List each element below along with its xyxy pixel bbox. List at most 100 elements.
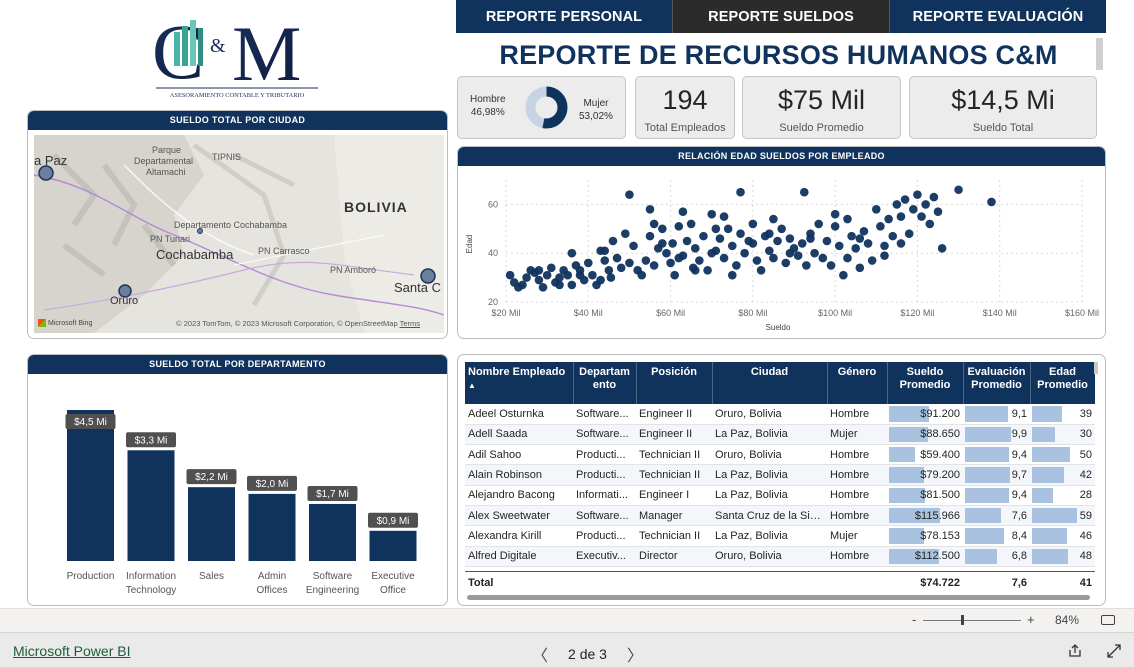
scatter-point[interactable] (606, 273, 616, 282)
table-row[interactable]: Adil Sahoo Producti... Technician II Oruro,… (465, 444, 1095, 466)
scatter-point[interactable] (686, 219, 696, 229)
scatter-point[interactable] (575, 270, 585, 280)
scatter-point[interactable] (917, 212, 926, 221)
scatter-point[interactable] (765, 246, 774, 256)
scatter-point[interactable] (904, 229, 914, 238)
scatter-point[interactable] (855, 263, 865, 273)
employee-table[interactable]: Nombre Empleado ▲ Departam ento Posición … (465, 362, 1095, 595)
scatter-point[interactable] (925, 219, 935, 229)
scatter-point[interactable] (719, 212, 729, 221)
map-terms-link[interactable]: Terms (400, 319, 420, 328)
scatter-point[interactable] (888, 231, 898, 241)
table-row[interactable]: Alfred Digitale Executiv... Director Oruro,… (465, 546, 1095, 567)
scatter-point[interactable] (518, 280, 527, 290)
scatter-point[interactable] (604, 265, 614, 275)
scatter-point[interactable] (567, 280, 577, 290)
scatter-point[interactable] (641, 256, 651, 265)
scatter-point[interactable] (563, 270, 573, 280)
bar[interactable] (127, 450, 175, 561)
scatter-point[interactable] (933, 207, 943, 217)
scatter-point[interactable] (765, 229, 774, 238)
scatter-point[interactable] (871, 204, 881, 214)
scatter-point[interactable] (859, 226, 869, 236)
table-vertical-scrollbar[interactable] (1094, 362, 1098, 374)
scatter-point[interactable] (534, 275, 544, 285)
scatter-point[interactable] (546, 263, 556, 273)
scatter-point[interactable] (707, 209, 717, 219)
scatter-point[interactable] (522, 273, 531, 282)
scatter-point[interactable] (567, 248, 577, 258)
bubble-la-paz[interactable] (38, 165, 54, 181)
scatter-point[interactable] (645, 204, 655, 214)
table-row[interactable]: Adell Saada Software... Engineer II La Paz,… (465, 424, 1095, 446)
scatter-point[interactable] (810, 248, 819, 258)
scatter-point[interactable] (625, 258, 634, 268)
scatter-point[interactable] (690, 265, 700, 275)
scatter-point[interactable] (830, 222, 840, 231)
zoom-out-button[interactable]: - (912, 612, 916, 627)
scatter-point[interactable] (802, 261, 811, 270)
bar-chart[interactable]: $4,5 Mi Production $3,3 Mi Information Techn… (28, 374, 447, 605)
scatter-point[interactable] (727, 241, 737, 251)
col-edad-promedio[interactable]: Edad Promedio (1030, 362, 1095, 404)
scatter-point[interactable] (900, 195, 910, 204)
scatter-point[interactable] (785, 248, 795, 258)
scatter-point[interactable] (876, 222, 885, 231)
scatter-point[interactable] (863, 239, 873, 248)
scatter-point[interactable] (629, 241, 638, 251)
scatter-point[interactable] (843, 214, 852, 224)
scatter-point[interactable] (658, 239, 667, 248)
scatter-point[interactable] (830, 209, 840, 219)
scatter-point[interactable] (542, 270, 552, 280)
share-icon[interactable] (1067, 643, 1083, 659)
scatter-point[interactable] (736, 229, 745, 238)
bar[interactable] (309, 503, 356, 561)
tab-reporte-sueldos[interactable]: REPORTE SUELDOS (672, 0, 889, 33)
scatter-point[interactable] (896, 212, 906, 221)
scatter-point[interactable] (649, 219, 659, 229)
scatter-point[interactable] (867, 256, 877, 265)
col-genero[interactable]: Género (827, 362, 888, 404)
scatter-point[interactable] (538, 283, 548, 292)
scatter-point[interactable] (987, 197, 996, 207)
scatter-point[interactable] (736, 187, 745, 197)
scatter-point[interactable] (818, 253, 828, 263)
scatter-point[interactable] (674, 222, 684, 231)
next-page-button[interactable]: 〉 (627, 642, 643, 666)
scatter-point[interactable] (668, 239, 677, 248)
scatter-point[interactable] (839, 270, 848, 280)
scatter-point[interactable] (588, 270, 597, 280)
scatter-chart[interactable]: $20 Mil $40 Mil $60 Mil $80 Mil $100 Mil $120… (458, 166, 1105, 338)
scatter-point[interactable] (674, 253, 684, 263)
scatter-point[interactable] (715, 234, 725, 243)
scatter-point[interactable] (826, 261, 836, 270)
col-nombre-empleado[interactable]: Nombre Empleado ▲ (465, 362, 574, 404)
scatter-point[interactable] (799, 187, 809, 197)
col-sueldo-promedio[interactable]: Sueldo Promedio (887, 362, 964, 404)
scatter-point[interactable] (658, 224, 667, 234)
scatter-point[interactable] (670, 270, 679, 280)
scatter-point[interactable] (719, 253, 729, 263)
scatter-point[interactable] (896, 239, 906, 248)
scatter-point[interactable] (505, 270, 515, 280)
scatter-point[interactable] (822, 236, 832, 246)
scatter-point[interactable] (662, 248, 671, 258)
scatter-point[interactable] (892, 200, 902, 209)
bubble-oruro[interactable] (118, 284, 132, 298)
scatter-point[interactable] (884, 214, 893, 224)
scatter-point[interactable] (769, 214, 778, 224)
scatter-point[interactable] (954, 185, 963, 195)
col-ciudad[interactable]: Ciudad (712, 362, 828, 404)
scatter-point[interactable] (621, 229, 630, 238)
scatter-point[interactable] (600, 256, 610, 265)
zoom-slider-thumb[interactable] (961, 615, 965, 625)
scatter-point[interactable] (748, 239, 758, 248)
scatter-point[interactable] (690, 244, 700, 253)
col-evaluacion-promedio[interactable]: Evaluación Promedio (963, 362, 1031, 404)
scatter-point[interactable] (711, 224, 721, 234)
fullscreen-icon[interactable] (1106, 643, 1122, 659)
bar[interactable] (369, 530, 417, 561)
scatter-point[interactable] (814, 219, 823, 229)
scatter-point[interactable] (703, 265, 712, 275)
scatter-point[interactable] (600, 246, 610, 256)
